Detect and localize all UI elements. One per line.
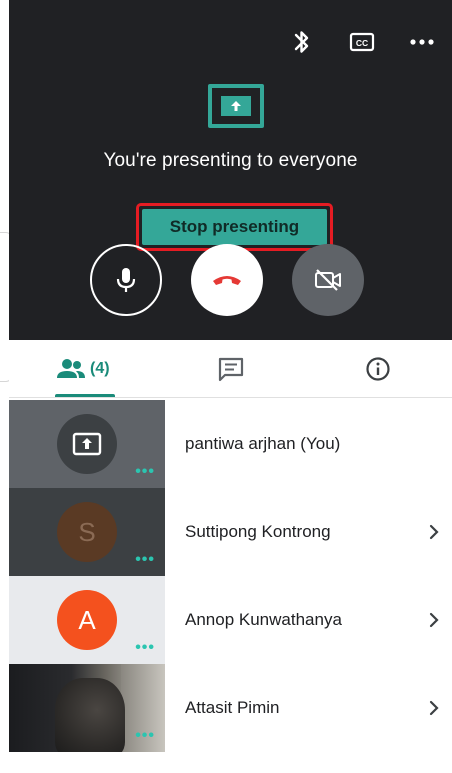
participant-video-tile: ••• [9, 664, 165, 752]
bluetooth-button[interactable] [272, 22, 332, 62]
participant-row[interactable]: S ••• Suttipong Kontrong [9, 488, 452, 576]
present-screen-icon [208, 84, 264, 128]
end-call-icon [213, 276, 241, 285]
closed-caption-icon: CC [349, 32, 375, 52]
microphone-icon [116, 268, 136, 292]
more-options-icon [410, 39, 434, 45]
presenting-icon [72, 432, 102, 456]
chevron-right-icon[interactable] [428, 523, 440, 541]
participant-row[interactable]: A ••• Annop Kunwathanya [9, 576, 452, 664]
participant-row[interactable]: ••• Attasit Pimin [9, 664, 452, 752]
tab-chat[interactable] [157, 340, 305, 397]
info-icon [366, 356, 390, 381]
tile-menu-icon[interactable]: ••• [135, 552, 155, 568]
chat-icon [218, 357, 243, 381]
panel-tabs: (4) [9, 340, 452, 398]
avatar: S [57, 502, 117, 562]
tab-info[interactable] [304, 340, 452, 397]
participant-row[interactable]: ••• pantiwa arjhan (You) [9, 400, 452, 488]
microphone-button[interactable] [90, 244, 162, 316]
bluetooth-icon [294, 31, 309, 53]
participant-tile: S ••• [9, 488, 165, 576]
tile-menu-icon[interactable]: ••• [135, 464, 155, 480]
end-call-button[interactable] [191, 244, 263, 316]
participant-tile: A ••• [9, 576, 165, 664]
captions-button[interactable]: CC [332, 22, 392, 62]
people-count: (4) [90, 359, 110, 377]
tile-menu-icon[interactable]: ••• [135, 728, 155, 744]
chevron-right-icon[interactable] [428, 611, 440, 629]
participant-tile: ••• [9, 400, 165, 488]
participant-name: Attasit Pimin [185, 698, 280, 717]
stop-presenting-button[interactable]: Stop presenting [142, 209, 327, 245]
tab-people[interactable]: (4) [9, 340, 157, 397]
people-icon [57, 358, 86, 378]
participant-list: ••• pantiwa arjhan (You) S ••• Suttipong… [9, 400, 452, 752]
top-toolbar: CC [272, 22, 452, 62]
presenting-message: You're presenting to everyone [103, 150, 358, 171]
avatar [57, 414, 117, 474]
cc-label: CC [356, 38, 368, 48]
participant-name: Suttipong Kontrong [185, 522, 331, 541]
more-options-button[interactable] [392, 22, 452, 62]
participant-name: Annop Kunwathanya [185, 610, 342, 629]
tile-menu-icon[interactable]: ••• [135, 640, 155, 656]
avatar: A [57, 590, 117, 650]
chevron-right-icon[interactable] [428, 699, 440, 717]
camera-button[interactable] [292, 244, 364, 316]
active-tab-indicator [55, 394, 115, 397]
participant-name: pantiwa arjhan (You) [185, 434, 341, 453]
camera-off-icon [315, 269, 341, 291]
